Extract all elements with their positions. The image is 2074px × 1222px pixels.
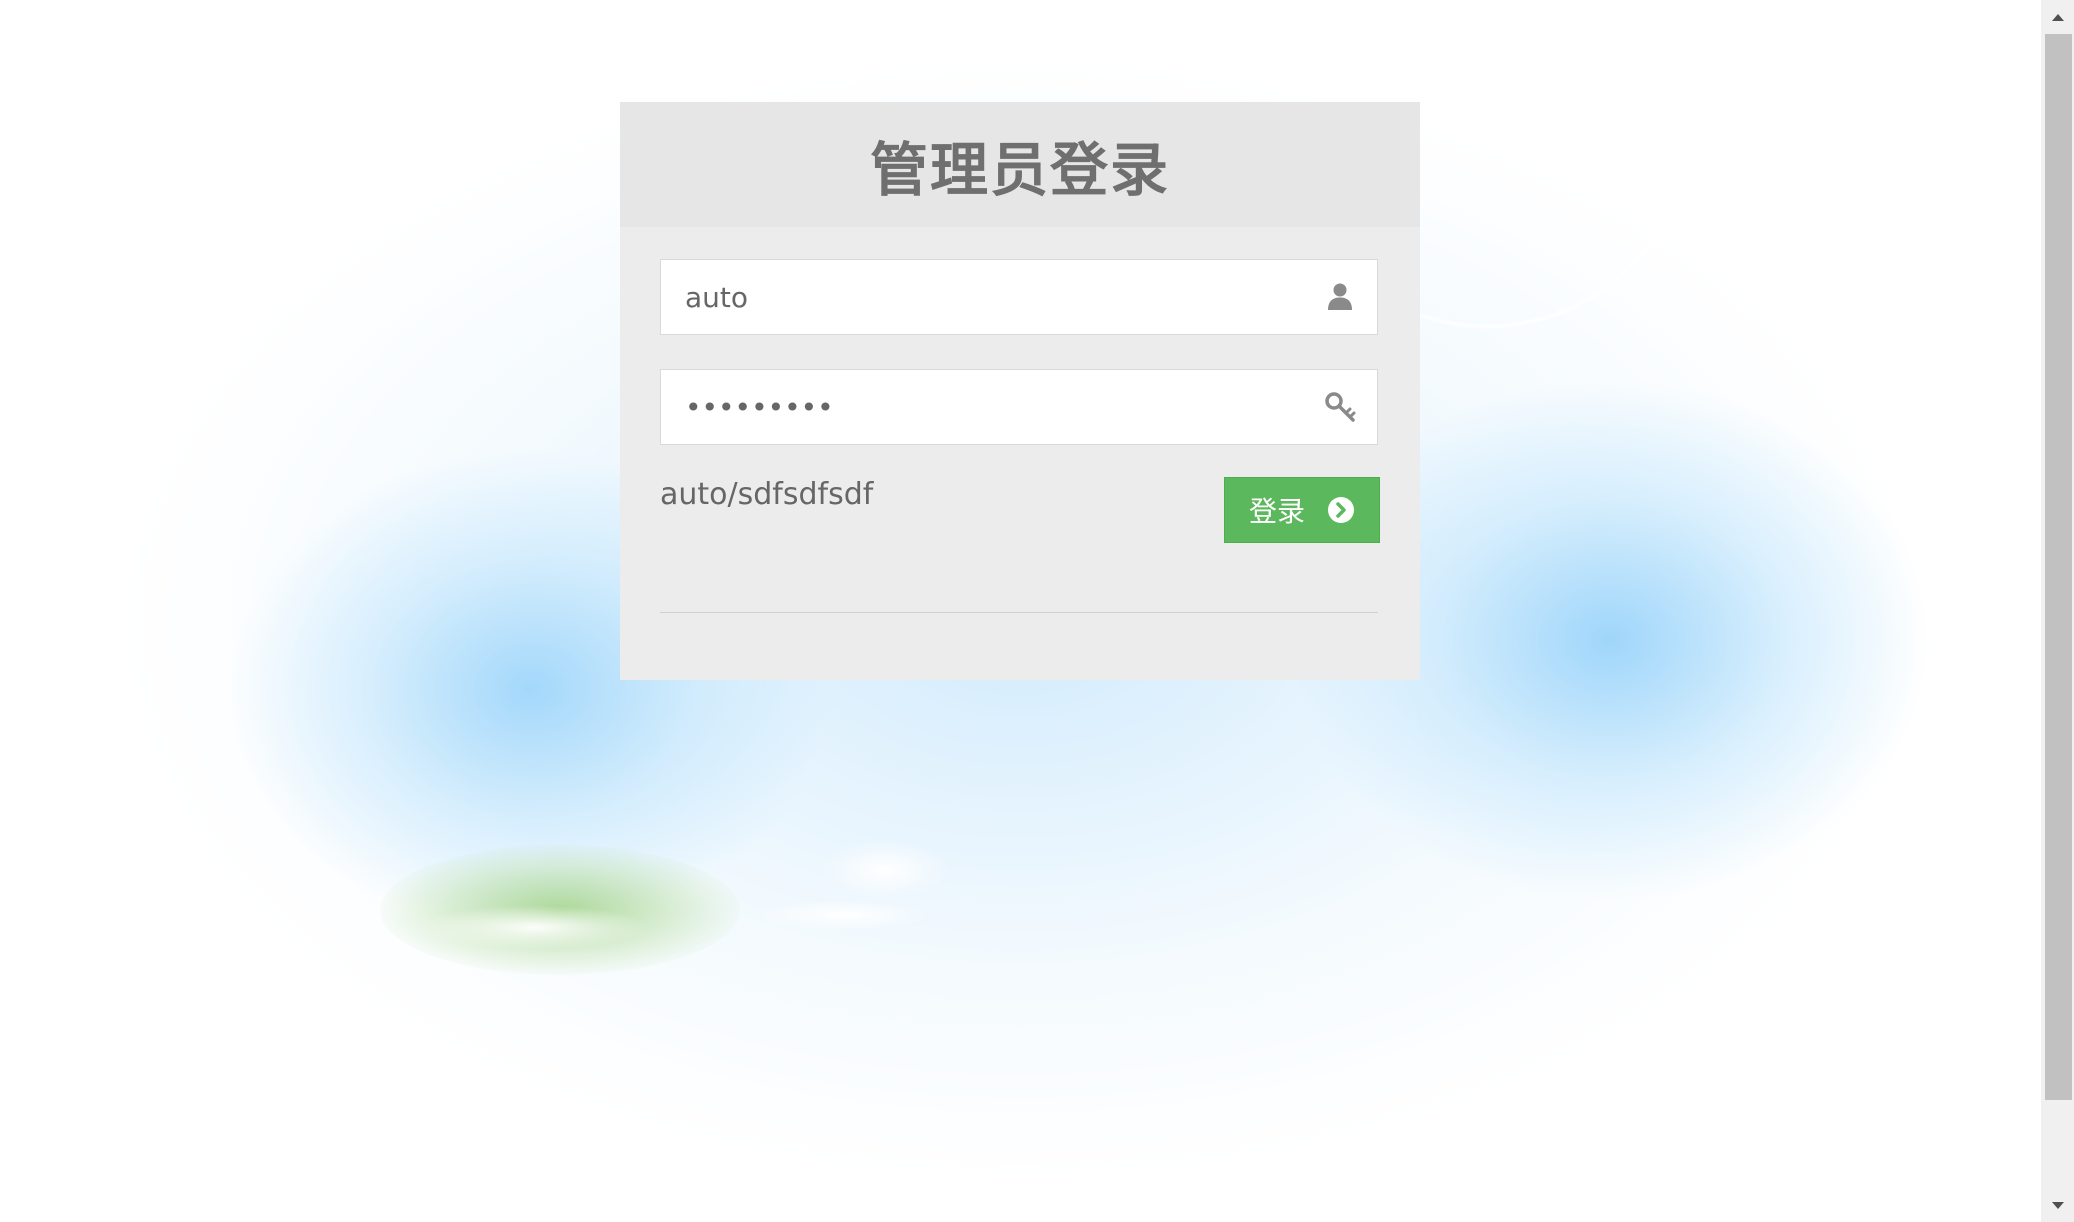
scroll-up-arrow-icon[interactable] [2041,0,2074,33]
username-field[interactable] [660,259,1378,335]
vertical-scrollbar[interactable] [2041,0,2074,1222]
login-button-label: 登录 [1248,495,1305,528]
background-swoosh [1385,81,1689,403]
background-cloud [760,900,930,930]
login-header: 管理员登录 [620,102,1420,227]
scrollbar-thumb[interactable] [2045,34,2072,1100]
credentials-hint: auto/sdfsdfsdf [660,477,874,512]
login-panel: 管理员登录 auto/sdfsdfsdf 登录 [620,102,1420,680]
scroll-down-arrow-icon[interactable] [2041,1189,2074,1222]
login-title: 管理员登录 [869,135,1170,204]
login-button[interactable]: 登录 [1224,477,1380,543]
background-cloud [420,905,650,950]
background: 管理员登录 auto/sdfsdfsdf 登录 [0,0,2041,1222]
background-cloud [820,840,950,900]
chevron-right-circle-icon [1328,497,1354,523]
divider [660,612,1378,613]
key-icon [1325,392,1356,422]
username-input[interactable] [685,260,1285,334]
password-field[interactable] [660,369,1378,445]
password-input[interactable] [685,370,1285,444]
user-icon [1328,283,1352,310]
